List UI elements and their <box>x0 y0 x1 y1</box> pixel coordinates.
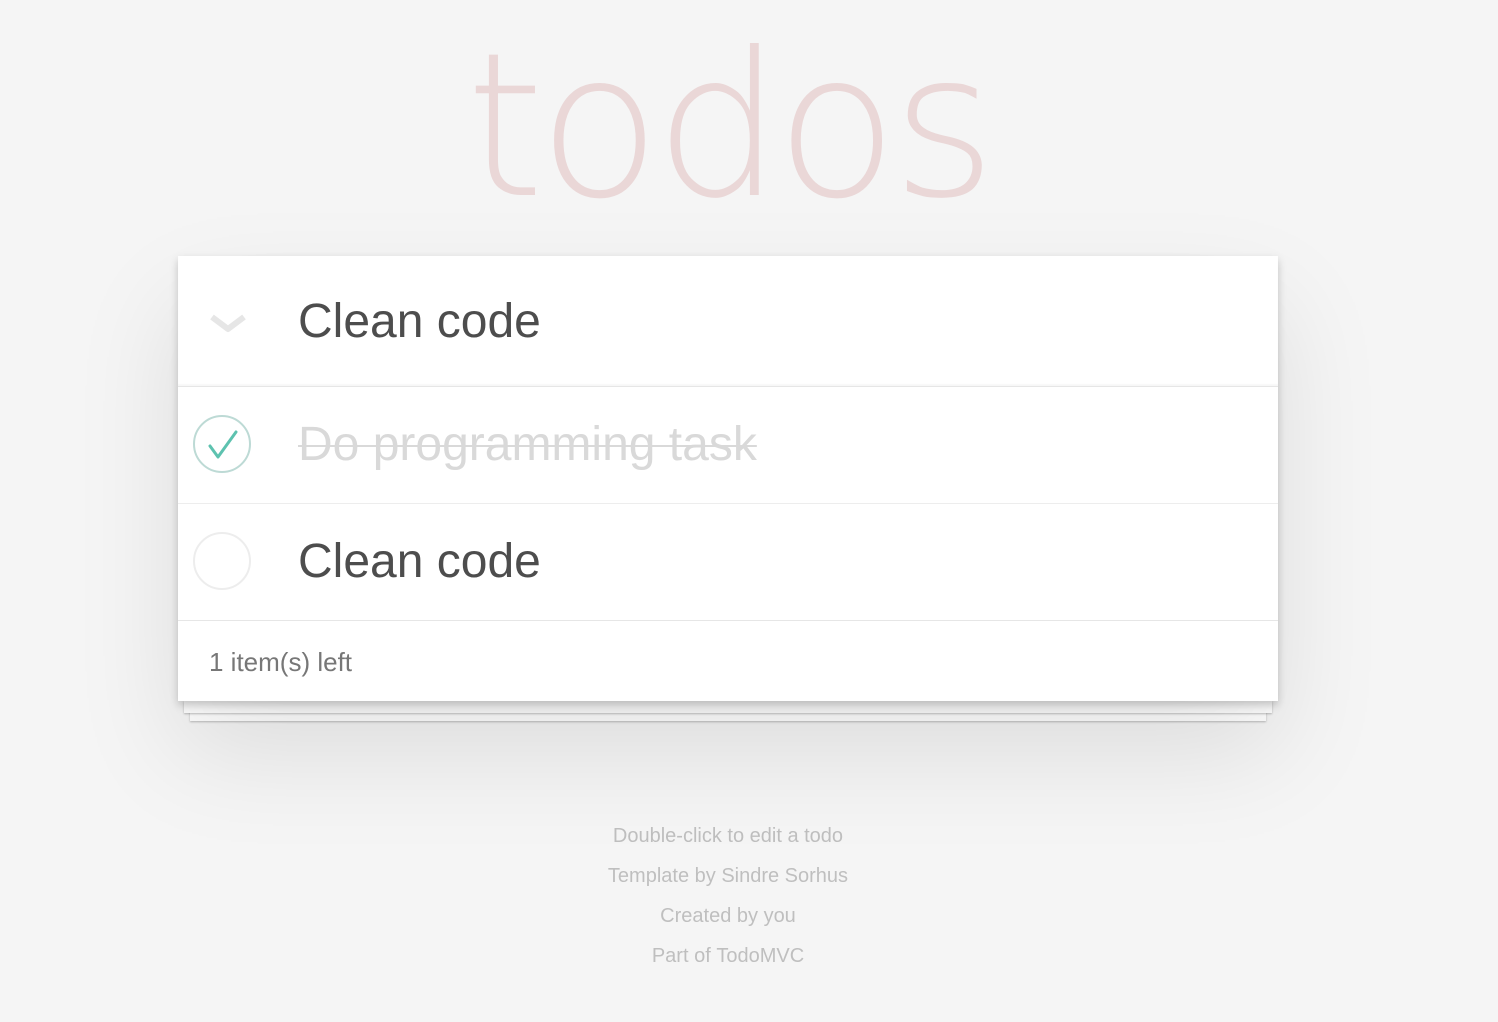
chevron-down-icon <box>210 314 246 332</box>
template-author-link[interactable]: Sindre Sorhus <box>721 865 848 887</box>
todo-label[interactable]: Clean code <box>298 532 541 592</box>
creator-link[interactable]: you <box>764 905 796 927</box>
info-footer: Double-click to edit a todo Template by … <box>0 826 1456 986</box>
creator-credit: Created by you <box>0 906 1456 926</box>
todo-list: Do programming task Clean code <box>178 387 1278 621</box>
header <box>178 256 1278 387</box>
todo-toggle-checkbox[interactable] <box>193 532 251 590</box>
todo-app: Do programming task Clean code 1 item(s)… <box>178 256 1278 701</box>
app-title: todos <box>465 10 996 243</box>
footer: 1 item(s) left <box>178 621 1278 701</box>
todomvc-link[interactable]: TodoMVC <box>716 945 804 967</box>
todo-item: Clean code <box>178 504 1278 621</box>
stack-shadow-middle <box>184 701 1272 713</box>
todo-count: 1 item(s) left <box>209 647 353 677</box>
template-credit-prefix: Template by <box>607 865 722 887</box>
todo-label[interactable]: Do programming task <box>298 415 757 475</box>
todo-toggle-checkbox[interactable] <box>193 415 251 473</box>
toggle-all-button[interactable] <box>200 296 256 352</box>
edit-hint: Double-click to edit a todo <box>612 825 844 847</box>
todomvc-credit: Part of TodoMVC <box>0 946 1456 966</box>
todo-item: Do programming task <box>178 387 1278 504</box>
template-credit: Template by Sindre Sorhus <box>0 866 1456 886</box>
new-todo-input[interactable] <box>298 256 1258 386</box>
creator-credit-prefix: Created by <box>660 905 764 927</box>
todomvc-credit-prefix: Part of <box>651 945 717 967</box>
check-icon <box>208 430 238 459</box>
